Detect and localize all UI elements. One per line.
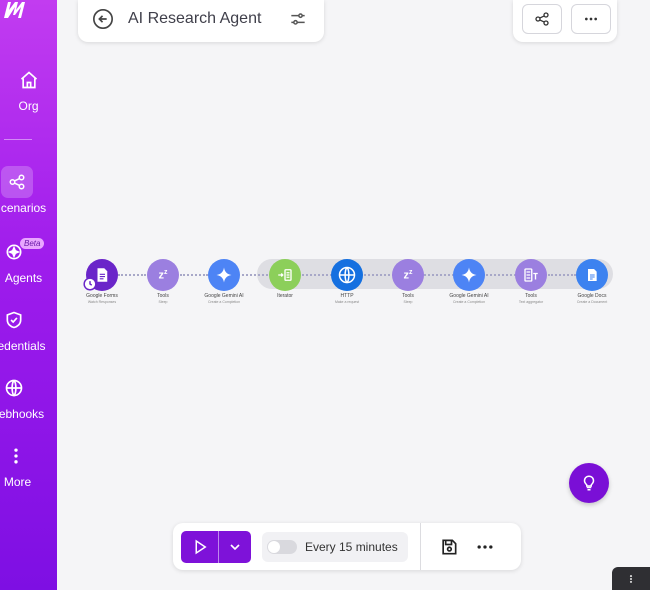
sidebar-item-webhooks[interactable]: ebhooks [0,372,57,421]
gemini-icon [216,267,232,283]
schedule-toggle[interactable] [267,540,297,554]
connector [118,274,146,276]
page-title[interactable]: AI Research Agent [128,10,261,28]
sidebar-item-label: edentials [0,339,46,353]
connector [486,274,516,276]
flow-node-tools-sleep-2[interactable]: zz [392,259,424,291]
share-nodes-icon [535,12,549,26]
help-button[interactable] [569,463,609,503]
sidebar-item-label: More [3,475,32,489]
globe-icon [0,372,30,404]
more-options-button[interactable] [571,4,611,34]
node-label: Google Gemini AI [204,293,244,299]
scenario-header: AI Research Agent [78,0,324,42]
flow-node-http[interactable] [331,259,363,291]
connector [242,274,268,276]
flow-node-gemini-2[interactable] [453,259,485,291]
flow-node-tools-sleep[interactable]: zz [147,259,179,291]
share-button[interactable] [522,4,562,34]
node-label: Google Forms [86,293,118,299]
node-sublabel: Text aggregator [518,300,544,304]
share-nodes-icon [1,166,33,198]
node-label: Tools [525,293,537,299]
text-aggregator-icon [524,268,538,282]
connector [364,274,394,276]
sidebar-item-credentials[interactable]: edentials [0,304,57,353]
more-horizontal-icon[interactable] [475,537,495,557]
sleep-icon: zz [158,268,168,282]
google-docs-icon [588,269,597,281]
back-arrow-icon[interactable] [92,8,114,30]
iterator-icon [278,269,292,281]
home-icon [13,64,45,96]
make-logo-icon[interactable] [2,0,34,20]
sidebar-item-label: Agents [4,271,43,285]
top-right-actions [513,0,617,42]
corner-menu-widget[interactable] [612,567,650,590]
run-button-group [181,531,251,563]
gemini-icon [461,267,477,283]
sidebar-item-more[interactable]: More [0,440,57,489]
node-sublabel: Sleep [403,300,413,304]
node-sublabel: Watch Responses [87,300,117,304]
node-sublabel: Create a Document [576,300,608,304]
more-horizontal-icon [585,17,597,21]
toolbar-divider [420,523,421,570]
flow-node-gemini[interactable] [208,259,240,291]
more-vertical-icon [0,440,32,472]
connector [424,274,454,276]
sleep-icon: zz [403,268,413,282]
node-sublabel: Create a Completion [452,300,486,304]
settings-sliders-icon[interactable] [288,9,308,29]
node-sublabel: Make a request [334,300,360,304]
flow-node-text-aggregator[interactable] [515,259,547,291]
run-once-button[interactable] [181,531,218,563]
node-label: Tools [402,293,414,299]
clock-trigger-icon[interactable] [83,277,97,291]
connector [548,274,576,276]
shield-check-icon [0,304,30,336]
save-icon[interactable] [439,537,459,557]
chevron-down-icon [230,544,240,551]
node-label: Iterator [277,293,293,299]
node-label: HTTP [340,293,354,299]
node-label: Google Docs [577,293,607,299]
lightbulb-icon [583,475,595,491]
sidebar-divider [4,139,32,140]
node-label: Google Gemini AI [449,293,489,299]
flow-node-google-docs[interactable] [576,259,608,291]
run-options-button[interactable] [219,531,251,563]
sidebar: Org cenarios Agents Beta edentials ebhoo… [0,0,57,590]
node-sublabel: Sleep [158,300,168,304]
more-vertical-icon [629,574,633,583]
node-sublabel: Create a Completion [207,300,241,304]
sidebar-item-label: cenarios [0,201,47,215]
beta-badge: Beta [20,238,45,249]
play-icon [195,539,207,555]
sidebar-item-label: ebhooks [0,407,45,421]
sidebar-item-org[interactable]: Org [0,64,57,113]
node-label: Tools [157,293,169,299]
connector [180,274,208,276]
schedule-control[interactable]: Every 15 minutes [262,532,408,562]
sidebar-item-label: Org [18,99,39,113]
schedule-label[interactable]: Every 15 minutes [305,540,398,554]
flow-node-iterator[interactable] [269,259,301,291]
sidebar-item-scenarios[interactable]: cenarios [0,166,57,215]
http-globe-icon [338,266,356,284]
bottom-toolbar: Every 15 minutes [173,523,521,570]
connector [302,274,332,276]
